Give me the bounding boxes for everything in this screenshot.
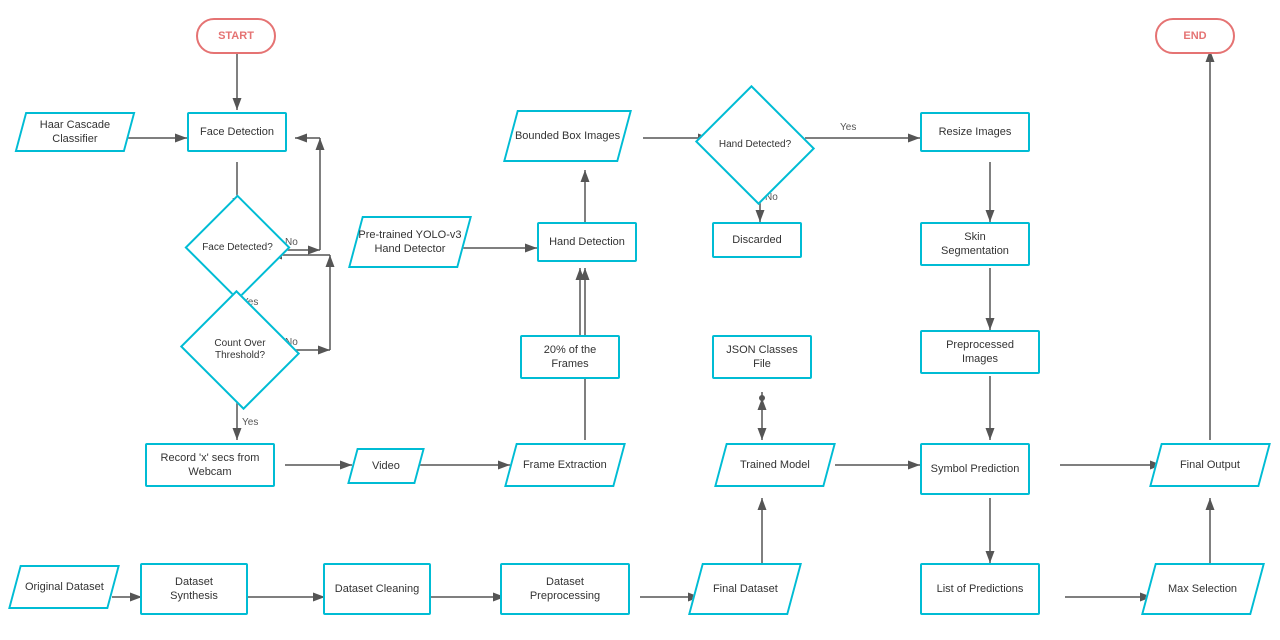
count-threshold-node: Count Over Threshold?	[195, 310, 285, 390]
dataset-cleaning-label: Dataset Cleaning	[335, 582, 419, 596]
dataset-preprocessing-node: Dataset Preprocessing	[500, 563, 630, 615]
face-detected-label: Face Detected?	[202, 242, 273, 254]
face-detected-node: Face Detected?	[200, 210, 275, 285]
dataset-synthesis-label: Dataset Synthesis	[150, 575, 238, 604]
discarded-node: Discarded	[712, 222, 802, 258]
symbol-prediction-label: Symbol Prediction	[931, 462, 1020, 476]
end-node: END	[1155, 18, 1235, 54]
preprocessed-images-label: Preprocessed Images	[930, 338, 1030, 367]
dataset-preprocessing-label: Dataset Preprocessing	[510, 575, 620, 604]
svg-text:Yes: Yes	[242, 417, 258, 428]
haar-label: Haar Cascade Classifier	[22, 118, 128, 147]
dataset-synthesis-node: Dataset Synthesis	[140, 563, 248, 615]
record-webcam-label: Record 'x' secs from Webcam	[155, 451, 265, 480]
discarded-label: Discarded	[732, 233, 782, 247]
pretrained-label: Pre-trained YOLO-v3 Hand Detector	[357, 228, 463, 257]
frame-extraction-node: Frame Extraction	[504, 443, 626, 487]
skin-segmentation-label: Skin Segmentation	[930, 230, 1020, 259]
hand-detection-node: Hand Detection	[537, 222, 637, 262]
list-predictions-label: List of Predictions	[937, 582, 1024, 596]
svg-text:Yes: Yes	[840, 122, 856, 133]
end-label: END	[1183, 29, 1206, 43]
dataset-cleaning-node: Dataset Cleaning	[323, 563, 431, 615]
face-detection-label: Face Detection	[200, 125, 274, 139]
symbol-prediction-node: Symbol Prediction	[920, 443, 1030, 495]
start-node: START	[196, 18, 276, 54]
json-classes-node: JSON Classes File	[712, 335, 812, 379]
record-webcam-node: Record 'x' secs from Webcam	[145, 443, 275, 487]
preprocessed-images-node: Preprocessed Images	[920, 330, 1040, 374]
face-detection-node: Face Detection	[187, 112, 287, 152]
trained-model-label: Trained Model	[740, 458, 810, 472]
twenty-percent-node: 20% of the Frames	[520, 335, 620, 379]
bounded-box-node: Bounded Box Images	[503, 110, 632, 162]
list-predictions-node: List of Predictions	[920, 563, 1040, 615]
final-output-label: Final Output	[1180, 458, 1240, 472]
frame-extraction-label: Frame Extraction	[523, 458, 607, 472]
max-selection-node: Max Selection	[1141, 563, 1265, 615]
resize-images-label: Resize Images	[939, 125, 1012, 139]
hand-detection-label: Hand Detection	[549, 235, 625, 249]
max-selection-label: Max Selection	[1168, 582, 1237, 596]
trained-model-node: Trained Model	[714, 443, 836, 487]
pretrained-node: Pre-trained YOLO-v3 Hand Detector	[348, 216, 472, 268]
start-label: START	[218, 29, 254, 43]
original-dataset-label: Original Dataset	[25, 580, 104, 594]
original-dataset-node: Original Dataset	[8, 565, 120, 609]
count-threshold-label: Count Over Threshold?	[195, 338, 285, 362]
final-output-node: Final Output	[1149, 443, 1271, 487]
hand-detected-node: Hand Detected?	[710, 105, 800, 185]
twenty-percent-label: 20% of the Frames	[530, 343, 610, 372]
final-dataset-node: Final Dataset	[688, 563, 802, 615]
video-node: Video	[347, 448, 425, 484]
hand-detected-label: Hand Detected?	[719, 139, 791, 151]
video-label: Video	[372, 459, 400, 473]
json-classes-label: JSON Classes File	[722, 343, 802, 372]
bounded-box-label: Bounded Box Images	[515, 129, 620, 143]
final-dataset-label: Final Dataset	[713, 582, 778, 596]
resize-images-node: Resize Images	[920, 112, 1030, 152]
skin-segmentation-node: Skin Segmentation	[920, 222, 1030, 266]
haar-cascade-node: Haar Cascade Classifier	[15, 112, 136, 152]
